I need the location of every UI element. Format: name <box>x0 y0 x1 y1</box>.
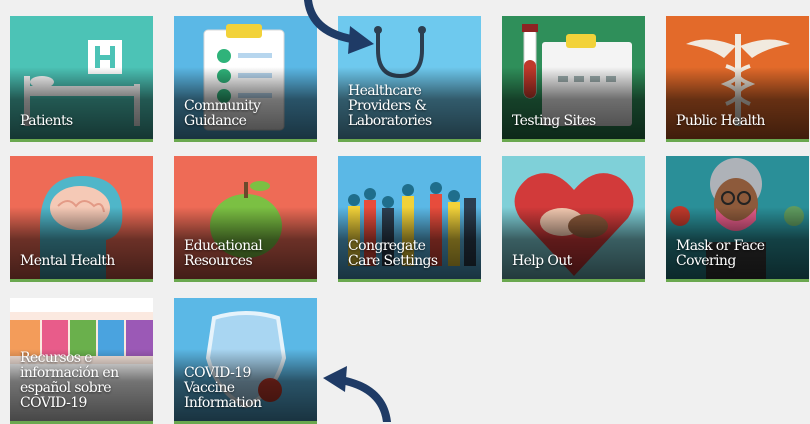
label-line: Help Out <box>512 253 572 269</box>
tile-testing-sites[interactable]: Testing Sites <box>502 16 645 142</box>
label-line: Covering <box>676 253 736 269</box>
tile-mask-face-covering[interactable]: Mask or Face Covering <box>666 156 809 282</box>
tile-label: Patients <box>20 114 147 129</box>
tile-recursos-espanol[interactable]: Recursos e información en español sobre … <box>10 298 153 424</box>
tile-label: Healthcare Providers & Laboratories <box>348 84 475 129</box>
label-line: COVID-19 <box>20 395 87 411</box>
tile-covid-vaccine-information[interactable]: COVID-19 Vaccine Information <box>174 298 317 424</box>
tile-community-guidance[interactable]: Community Guidance <box>174 16 317 142</box>
label-line: información en <box>20 365 119 381</box>
label-line: Recursos e <box>20 350 93 366</box>
tile-public-health[interactable]: Public Health <box>666 16 809 142</box>
tile-label: Help Out <box>512 254 639 269</box>
label-line: Testing Sites <box>512 113 596 129</box>
label-line: Community <box>184 98 261 114</box>
tile-label: COVID-19 Vaccine Information <box>184 366 311 411</box>
label-line: Guidance <box>184 113 247 129</box>
tile-label: Mental Health <box>20 254 147 269</box>
tile-label: Public Health <box>676 114 803 129</box>
tile-educational-resources[interactable]: Educational Resources <box>174 156 317 282</box>
curved-arrow-icon <box>304 0 374 54</box>
tile-label: Recursos e información en español sobre … <box>20 351 147 411</box>
label-line: Information <box>184 395 262 411</box>
label-line: Mental Health <box>20 253 115 269</box>
tile-mental-health[interactable]: Mental Health <box>10 156 153 282</box>
tile-label: Testing Sites <box>512 114 639 129</box>
resource-tile-grid: Patients Community Guidance Healthcare P… <box>0 0 810 424</box>
label-line: Mask or Face <box>676 238 765 254</box>
label-line: Resources <box>184 253 253 269</box>
tile-label: Mask or Face Covering <box>676 239 803 269</box>
tile-patients[interactable]: Patients <box>10 16 153 142</box>
label-line: Congregate <box>348 238 426 254</box>
tile-help-out[interactable]: Help Out <box>502 156 645 282</box>
label-line: Care Settings <box>348 253 438 269</box>
label-line: Providers & <box>348 98 427 114</box>
label-line: Educational <box>184 238 263 254</box>
label-line: COVID-19 <box>184 365 251 381</box>
label-line: Patients <box>20 113 73 129</box>
label-line: Laboratories <box>348 113 432 129</box>
curved-arrow-icon <box>323 366 391 422</box>
label-line: Public Health <box>676 113 765 129</box>
tile-label: Community Guidance <box>184 99 311 129</box>
label-line: Vaccine <box>184 380 235 396</box>
label-line: Healthcare <box>348 83 422 99</box>
label-line: español sobre <box>20 380 112 396</box>
tile-label: Congregate Care Settings <box>348 239 475 269</box>
tile-congregate-care[interactable]: Congregate Care Settings <box>338 156 481 282</box>
tile-label: Educational Resources <box>184 239 311 269</box>
